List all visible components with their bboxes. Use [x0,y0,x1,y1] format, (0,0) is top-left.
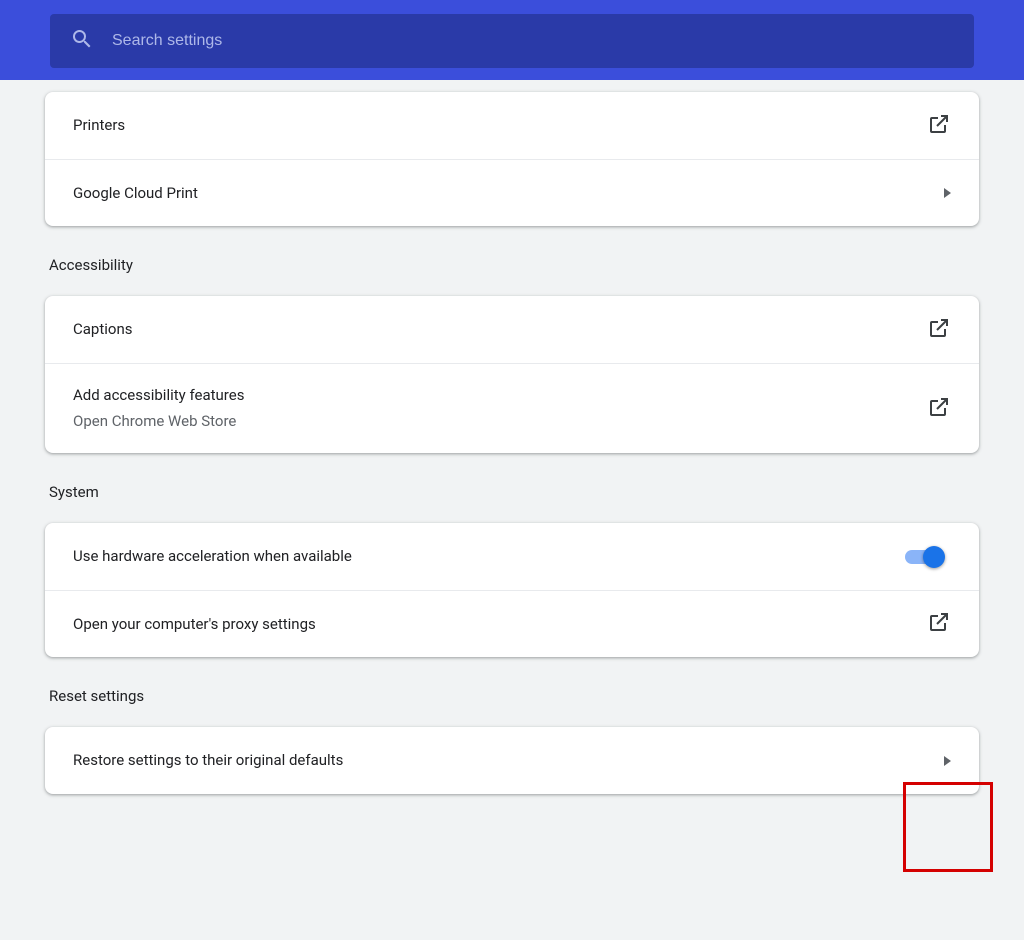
hardware-acceleration-row[interactable]: Use hardware acceleration when available [45,523,979,590]
search-input[interactable] [112,32,954,50]
system-card: Use hardware acceleration when available… [45,523,979,657]
chevron-right-icon [944,188,951,198]
accessibility-card: Captions Add accessibility features Open… [45,296,979,453]
add-accessibility-features-row[interactable]: Add accessibility features Open Chrome W… [45,363,979,453]
hardware-acceleration-toggle[interactable] [905,547,951,567]
hardware-acceleration-label: Use hardware acceleration when available [73,545,352,568]
highlight-annotation [903,782,993,872]
google-cloud-print-row[interactable]: Google Cloud Print [45,159,979,226]
captions-label: Captions [73,318,132,341]
search-icon [70,27,112,55]
printers-row[interactable]: Printers [45,92,979,159]
chevron-right-icon [944,756,951,766]
restore-defaults-row[interactable]: Restore settings to their original defau… [45,727,979,794]
reset-header: Reset settings [49,687,979,705]
settings-content: Printers Google Cloud Print Accessibilit… [0,80,1024,794]
printers-label: Printers [73,114,125,137]
external-link-icon [927,316,951,344]
add-accessibility-subtitle: Open Chrome Web Store [73,409,244,433]
proxy-settings-label: Open your computer's proxy settings [73,613,316,636]
toggle-thumb [923,546,945,568]
reset-card: Restore settings to their original defau… [45,727,979,794]
external-link-icon [927,112,951,140]
google-cloud-print-label: Google Cloud Print [73,182,198,205]
search-bar[interactable] [50,14,974,68]
system-header: System [49,483,979,501]
header-bar [0,0,1024,80]
captions-row[interactable]: Captions [45,296,979,363]
restore-defaults-label: Restore settings to their original defau… [73,749,343,772]
add-accessibility-label: Add accessibility features [73,384,244,407]
accessibility-header: Accessibility [49,256,979,274]
external-link-icon [927,395,951,423]
printing-card: Printers Google Cloud Print [45,92,979,226]
external-link-icon [927,610,951,638]
proxy-settings-row[interactable]: Open your computer's proxy settings [45,590,979,657]
